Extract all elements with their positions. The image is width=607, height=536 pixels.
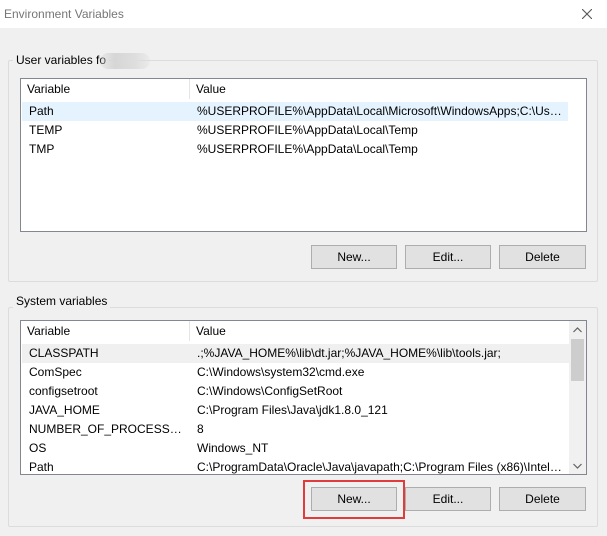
value-cell: .;%JAVA_HOME%\lib\dt.jar;%JAVA_HOME%\lib…: [197, 346, 501, 360]
variable-cell: JAVA_HOME: [29, 403, 100, 417]
variable-cell: OS: [29, 441, 47, 455]
table-row[interactable]: Path C:\ProgramData\Oracle\Java\javapath…: [22, 458, 569, 474]
column-header-value[interactable]: Value: [190, 321, 568, 341]
variable-cell: Path: [29, 460, 54, 474]
table-row[interactable]: CLASSPATH .;%JAVA_HOME%\lib\dt.jar;%JAVA…: [22, 344, 569, 363]
close-icon: [582, 9, 592, 19]
list-header: Variable Value: [21, 79, 586, 99]
close-button[interactable]: [567, 0, 607, 28]
value-cell: C:\ProgramData\Oracle\Java\javapath;C:\P…: [197, 460, 565, 474]
variable-cell: configsetroot: [29, 384, 98, 398]
redacted-user-name: [100, 53, 150, 69]
value-cell: Windows_NT: [197, 441, 269, 455]
table-row[interactable]: TMP %USERPROFILE%\AppData\Local\Temp: [22, 140, 568, 159]
table-row[interactable]: Path %USERPROFILE%\AppData\Local\Microso…: [22, 102, 568, 121]
value-cell: C:\Windows\system32\cmd.exe: [197, 365, 365, 379]
user-new-button[interactable]: New...: [311, 245, 397, 269]
table-row[interactable]: ComSpec C:\Windows\system32\cmd.exe: [22, 363, 569, 382]
value-cell: %USERPROFILE%\AppData\Local\Microsoft\Wi…: [197, 104, 565, 118]
chevron-up-icon: [573, 326, 582, 332]
user-edit-button[interactable]: Edit...: [405, 245, 491, 269]
value-cell: %USERPROFILE%\AppData\Local\Temp: [197, 142, 418, 156]
value-cell: C:\Windows\ConfigSetRoot: [197, 384, 343, 398]
variable-cell: Path: [29, 104, 54, 118]
value-cell: 8: [197, 422, 204, 436]
user-delete-button[interactable]: Delete: [499, 245, 586, 269]
system-edit-button[interactable]: Edit...: [405, 487, 491, 511]
table-row[interactable]: NUMBER_OF_PROCESSORS 8: [22, 420, 569, 439]
chevron-down-icon: [573, 463, 582, 469]
scroll-down-button[interactable]: [569, 457, 586, 474]
table-row[interactable]: configsetroot C:\Windows\ConfigSetRoot: [22, 382, 569, 401]
value-cell: C:\Program Files\Java\jdk1.8.0_121: [197, 403, 388, 417]
table-row[interactable]: JAVA_HOME C:\Program Files\Java\jdk1.8.0…: [22, 401, 569, 420]
highlight-box: [303, 480, 405, 519]
system-variables-list[interactable]: Variable Value CLASSPATH .;%JAVA_HOME%\l…: [20, 320, 587, 475]
window-title: Environment Variables: [4, 7, 124, 21]
system-delete-button[interactable]: Delete: [499, 487, 586, 511]
variable-cell: CLASSPATH: [29, 346, 99, 360]
title-bar: Environment Variables: [0, 0, 607, 28]
variable-cell: NUMBER_OF_PROCESSORS: [29, 422, 189, 436]
environment-variables-dialog: Environment Variables User variables fo …: [0, 0, 607, 536]
user-variables-list[interactable]: Variable Value Path %USERPROFILE%\AppDat…: [20, 78, 587, 232]
vertical-scrollbar[interactable]: [569, 321, 586, 474]
list-header: Variable Value: [21, 321, 586, 341]
table-row[interactable]: TEMP %USERPROFILE%\AppData\Local\Temp: [22, 121, 568, 140]
column-header-variable[interactable]: Variable: [21, 321, 189, 341]
variable-cell: ComSpec: [29, 365, 82, 379]
column-header-value[interactable]: Value: [190, 79, 586, 99]
user-variables-label: User variables fo: [13, 53, 110, 67]
variable-cell: TMP: [29, 142, 55, 156]
column-header-variable[interactable]: Variable: [21, 79, 189, 99]
system-variables-label: System variables: [13, 294, 111, 308]
scroll-up-button[interactable]: [569, 321, 586, 338]
variable-cell: TEMP: [29, 123, 63, 137]
table-row[interactable]: OS Windows_NT: [22, 439, 569, 458]
scroll-thumb[interactable]: [571, 339, 584, 381]
value-cell: %USERPROFILE%\AppData\Local\Temp: [197, 123, 418, 137]
